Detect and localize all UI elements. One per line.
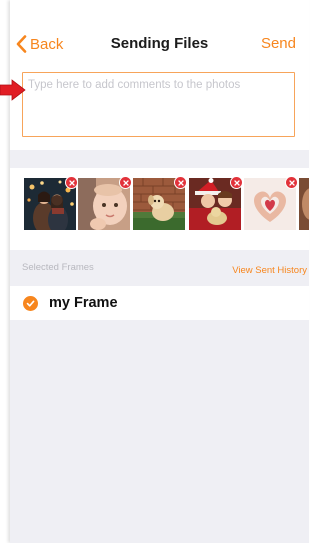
navigation-bar: Back Sending Files Send xyxy=(10,0,309,72)
close-icon xyxy=(288,179,295,186)
photo-thumbnail[interactable] xyxy=(189,176,243,230)
photo-thumbnail[interactable] xyxy=(244,176,298,230)
close-icon xyxy=(122,179,129,186)
frame-list-item[interactable]: my Frame xyxy=(10,286,309,320)
remove-photo-button[interactable] xyxy=(65,176,78,189)
photo-thumbnail[interactable] xyxy=(24,176,78,230)
comment-section xyxy=(10,72,309,150)
selected-frames-label: Selected Frames xyxy=(22,262,94,273)
portrait-photo xyxy=(299,178,309,230)
close-icon xyxy=(177,179,184,186)
comment-input[interactable] xyxy=(23,73,294,136)
checkmark-icon xyxy=(23,295,38,311)
comment-box xyxy=(22,72,295,137)
remove-photo-button[interactable] xyxy=(174,176,187,189)
remove-photo-button[interactable] xyxy=(119,176,132,189)
photo-thumbnail[interactable] xyxy=(78,176,132,230)
sending-files-screen: Back Sending Files Send Type here to add… xyxy=(10,0,309,543)
remove-photo-button[interactable] xyxy=(285,176,298,189)
selected-photos-strip[interactable] xyxy=(10,168,309,250)
selected-frames-header: Selected Frames View Sent History xyxy=(10,256,309,286)
view-sent-history-link[interactable]: View Sent History xyxy=(232,265,307,276)
close-icon xyxy=(233,179,240,186)
send-button[interactable]: Send xyxy=(261,35,296,52)
remove-photo-button[interactable] xyxy=(230,176,243,189)
frame-name: my Frame xyxy=(49,295,118,311)
photo-thumbnail[interactable] xyxy=(299,178,309,230)
close-icon xyxy=(68,179,75,186)
red-arrow-icon xyxy=(0,79,26,101)
photo-thumbnail[interactable] xyxy=(133,176,187,230)
